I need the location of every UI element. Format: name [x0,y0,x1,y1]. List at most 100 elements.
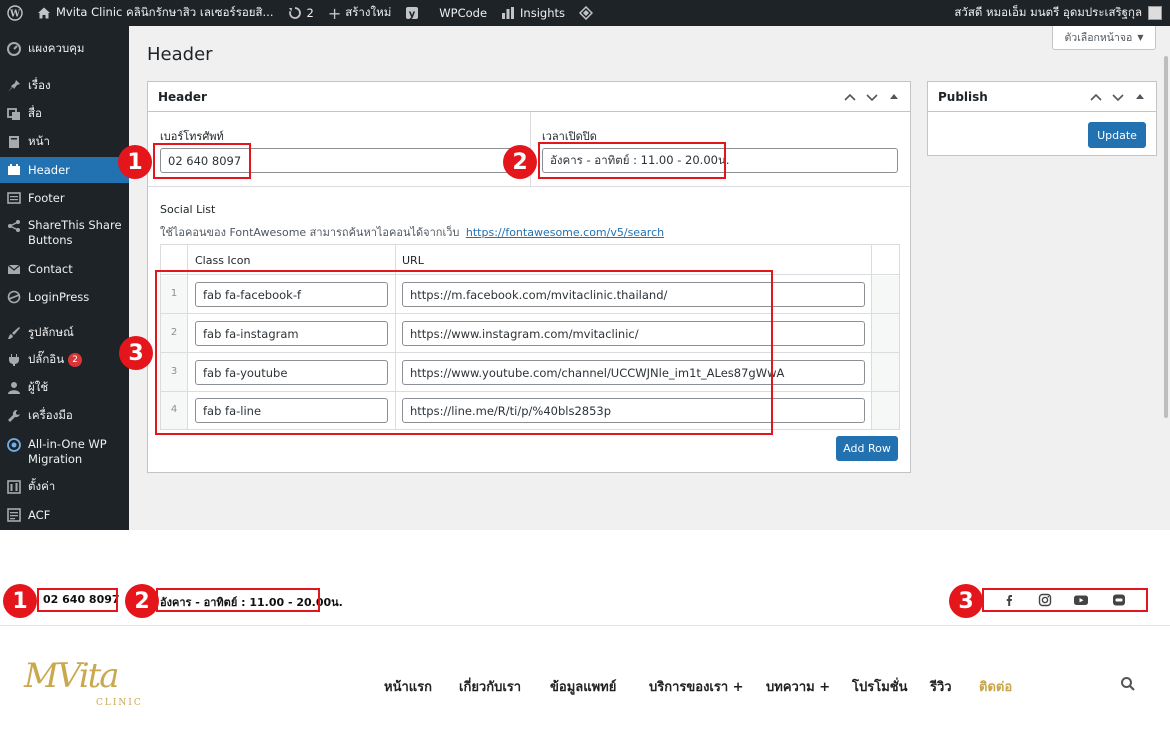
avatar [1148,6,1162,20]
move-down-icon[interactable] [1110,89,1126,105]
sidebar-item-settings[interactable]: ตั้งค่า [0,476,129,498]
sidebar-item-plugins[interactable]: ปลั๊กอิน 2 [0,349,129,371]
sidebar-item-label: All-in-One WP Migration [28,437,107,466]
toggle-panel-icon[interactable] [886,89,902,105]
sidebar-item-appearance[interactable]: รูปลักษณ์ [0,322,129,344]
screen-options-button[interactable]: ตัวเลือกหน้าจอ ▼ [1052,26,1156,50]
social-list-label: Social List [160,203,216,216]
greeting: สวัสดี หมอเอ็ม มนตรี อุดมประเสริฐกุล [954,5,1142,19]
yoast-icon: y [406,7,419,20]
refresh-icon [288,7,301,19]
new-content-link[interactable]: + สร้างใหม่ [321,0,398,26]
sidebar-item-label: หน้า [28,134,50,148]
sidebar-item-media[interactable]: สื่อ [0,103,129,125]
share-icon [6,218,22,234]
sidebar-item-label: Header [28,163,70,177]
admin-sidebar: แผงควบคุม เรื่อง สื่อ หน้า Header Footer… [0,26,129,530]
publish-box: Publish Update [927,81,1157,156]
admin-bar: W Mvita Clinic คลินิกรักษาสิว เลเซอร์รอย… [0,0,1170,26]
nav-contact[interactable]: ติดต่อ [979,676,1012,697]
sidebar-item-label: Contact [28,262,73,276]
page-icon [6,134,22,150]
sidebar-item-contact[interactable]: Contact [0,258,129,280]
diamond-icon [579,6,593,20]
annotation-box-site-phone [37,588,118,612]
sidebar-item-sharethis[interactable]: ShareThis Share Buttons [0,218,129,250]
my-account[interactable]: สวัสดี หมอเอ็ม มนตรี อุดมประเสริฐกุล [954,0,1162,26]
sidebar-item-acf[interactable]: ACF [0,504,129,526]
nav-about[interactable]: เกี่ยวกับเรา [459,676,521,697]
insights-link[interactable]: Insights [494,0,572,26]
wpcode-link[interactable]: WPCode [432,0,494,26]
nav-services[interactable]: บริการของเรา + [649,676,744,697]
annotation-box-site-hours [156,588,320,612]
screen-options-label: ตัวเลือกหน้าจอ [1064,32,1133,44]
site-name-link[interactable]: Mvita Clinic คลินิกรักษาสิว เลเซอร์รอยสิ… [30,0,281,26]
sidebar-item-label: เครื่องมือ [28,408,73,422]
settings-icon [6,479,22,495]
migration-icon [6,437,22,453]
search-icon[interactable] [1120,676,1136,692]
sidebar-item-label: สื่อ [28,106,42,120]
annotation-badge-2: 2 [503,145,537,179]
header-box-heading: Header [148,82,910,112]
sidebar-item-users[interactable]: ผู้ใช้ [0,377,129,399]
move-up-icon[interactable] [1088,89,1104,105]
nav-reviews[interactable]: รีวิว [930,676,952,697]
scrollbar[interactable] [1164,56,1168,418]
sidebar-item-label: ShareThis Share Buttons [28,218,122,247]
plugin-update-badge: 2 [68,353,83,367]
topbar-divider [0,625,1170,626]
sidebar-item-header[interactable]: Header [0,157,129,183]
annotation-badge-2: 2 [125,584,159,618]
sidebar-item-label: ตั้งค่า [28,479,56,493]
sidebar-item-dashboard[interactable]: แผงควบคุม [0,38,129,60]
move-down-icon[interactable] [864,89,880,105]
col-header-url: URL [402,254,424,267]
logo-subtext: CLINIC [96,698,143,708]
wrench-icon [6,408,22,424]
publish-box-heading: Publish [928,82,1156,112]
sidebar-item-footer[interactable]: Footer [0,187,129,209]
annotation-badge-3: 3 [949,584,983,618]
svg-text:y: y [409,9,416,20]
site-logo[interactable]: MVita CLINIC [22,656,142,711]
header-box-title: Header [158,89,207,104]
nav-articles[interactable]: บทความ + [766,676,830,697]
diamond-plugin-link[interactable] [572,0,600,26]
user-icon [6,380,22,396]
sidebar-item-label: รูปลักษณ์ [28,325,74,339]
annotation-badge-1: 1 [3,584,37,618]
sidebar-item-label: ปลั๊กอิน [28,352,65,366]
annotation-box-site-social [982,588,1148,612]
sidebar-item-loginpress[interactable]: LoginPress [0,286,129,308]
fontawesome-link[interactable]: https://fontawesome.com/v5/search [466,226,664,239]
update-button[interactable]: Update [1088,122,1146,148]
mail-icon [6,261,22,277]
annotation-box-social [155,270,773,435]
nav-doctors[interactable]: ข้อมูลแพทย์ [550,676,616,697]
plus-icon: + [327,3,342,23]
wordpress-logo-icon[interactable]: W [0,0,30,26]
yoast-seo-link[interactable]: y [398,0,426,26]
add-row-button[interactable]: Add Row [836,436,898,461]
svg-text:W: W [9,10,21,20]
updates-link[interactable]: 2 [281,0,321,26]
sidebar-item-label: ผู้ใช้ [28,380,49,394]
wpcode-label: WPCode [439,6,488,20]
toggle-panel-icon[interactable] [1132,89,1148,105]
acf-icon [6,507,22,523]
publish-box-title: Publish [938,89,988,104]
sidebar-item-pages[interactable]: หน้า [0,131,129,153]
nav-home[interactable]: หน้าแรก [384,676,432,697]
nav-promotions[interactable]: โปรโมชั่น [852,676,907,697]
sidebar-item-tools[interactable]: เครื่องมือ [0,405,129,427]
sidebar-item-aio-migration[interactable]: All-in-One WP Migration [0,437,129,469]
sidebar-item-posts[interactable]: เรื่อง [0,75,129,97]
sidebar-item-label: แผงควบคุม [28,41,85,55]
site-preview: 02 640 8097 อังคาร - อาทิตย์ : 11.00 - 2… [0,530,1170,743]
annotation-badge-1: 1 [118,145,152,179]
caret-down-icon: ▼ [1137,33,1144,42]
move-up-icon[interactable] [842,89,858,105]
col-header-class-icon: Class Icon [195,254,251,267]
